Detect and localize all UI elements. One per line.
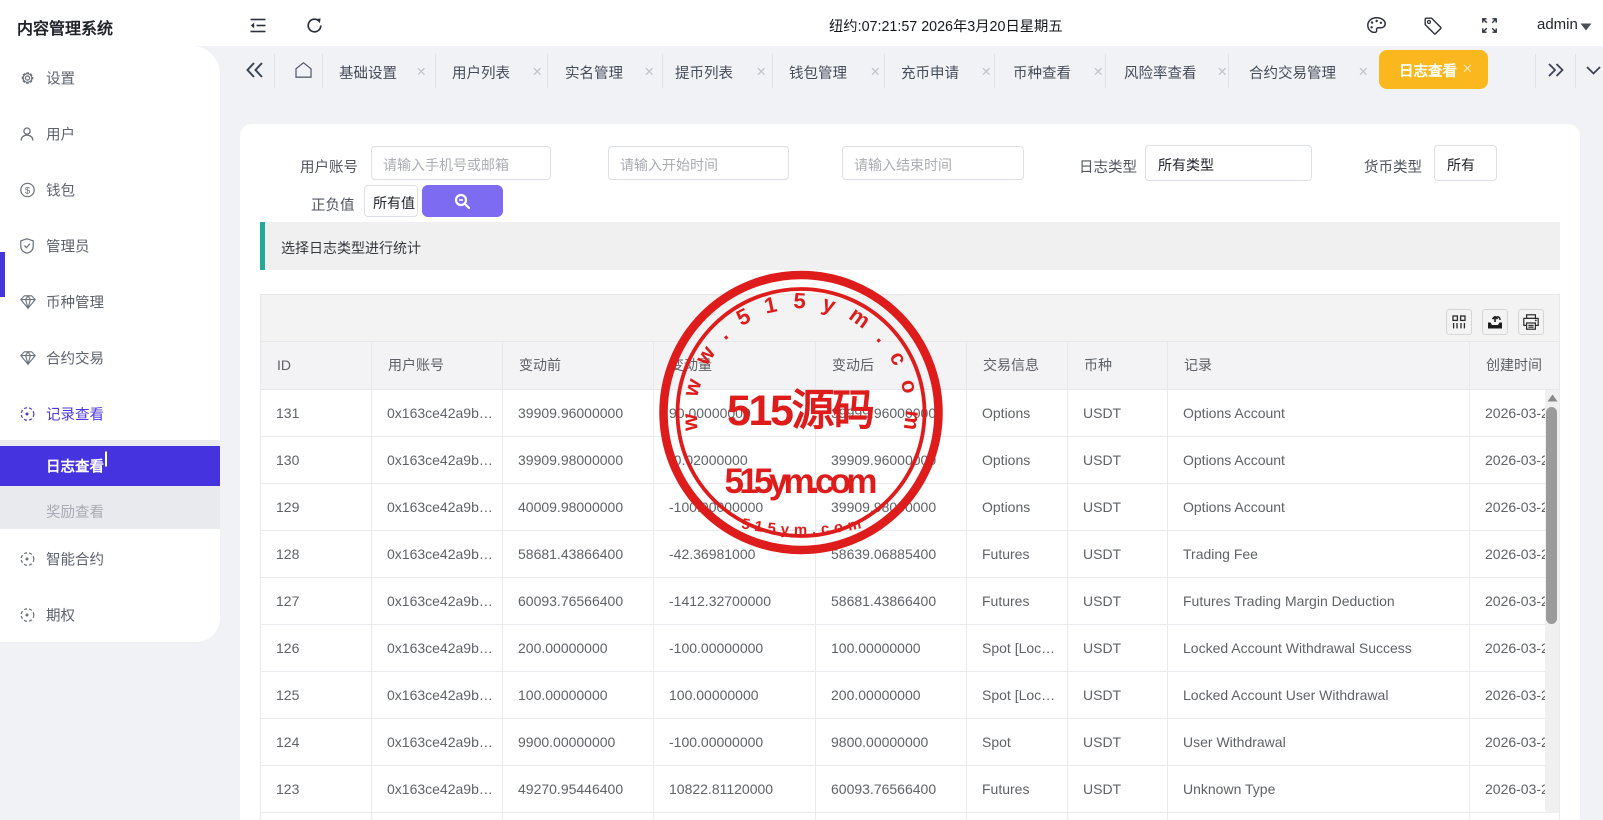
svg-text:515ym.com: 515ym.com	[725, 462, 878, 501]
svg-text:$: $	[25, 186, 31, 197]
svg-text:515源码: 515源码	[727, 387, 875, 435]
svg-text:515ym.com: 515ym.com	[740, 514, 867, 538]
